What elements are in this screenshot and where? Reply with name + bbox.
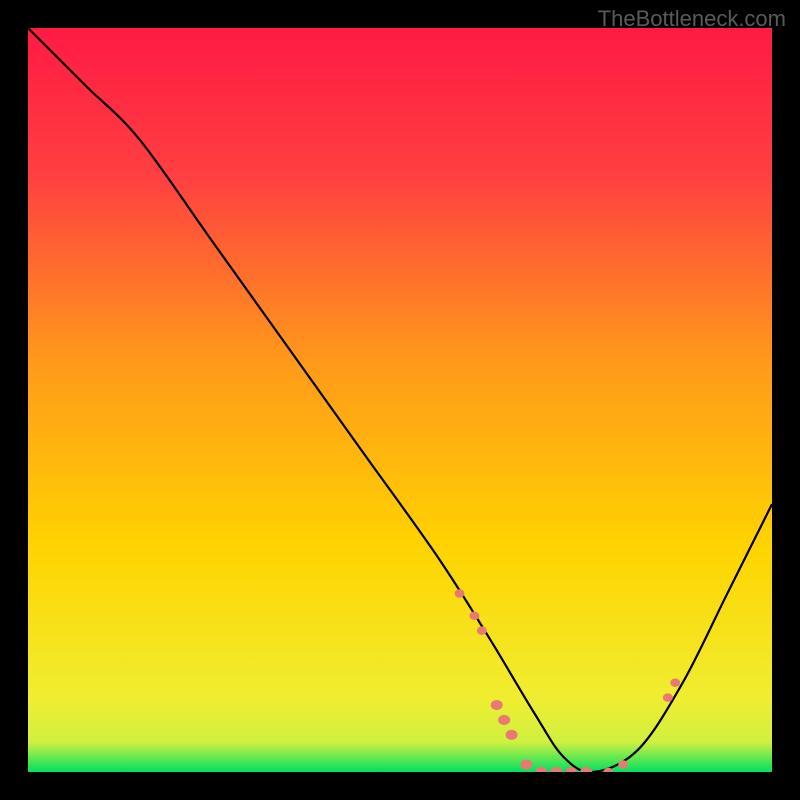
- watermark-text: TheBottleneck.com: [598, 6, 786, 32]
- curve-marker: [663, 693, 673, 702]
- curve-marker: [670, 678, 680, 687]
- curve-marker: [477, 626, 487, 635]
- curve-marker: [491, 700, 503, 710]
- chart-svg: [28, 28, 772, 772]
- curve-marker: [506, 730, 518, 740]
- curve-marker: [520, 759, 532, 769]
- curve-marker: [455, 589, 465, 598]
- plot-area: [28, 28, 772, 772]
- chart-container: TheBottleneck.com: [0, 0, 800, 800]
- curve-marker: [618, 760, 628, 769]
- curve-marker: [498, 715, 510, 725]
- curve-marker: [469, 612, 479, 621]
